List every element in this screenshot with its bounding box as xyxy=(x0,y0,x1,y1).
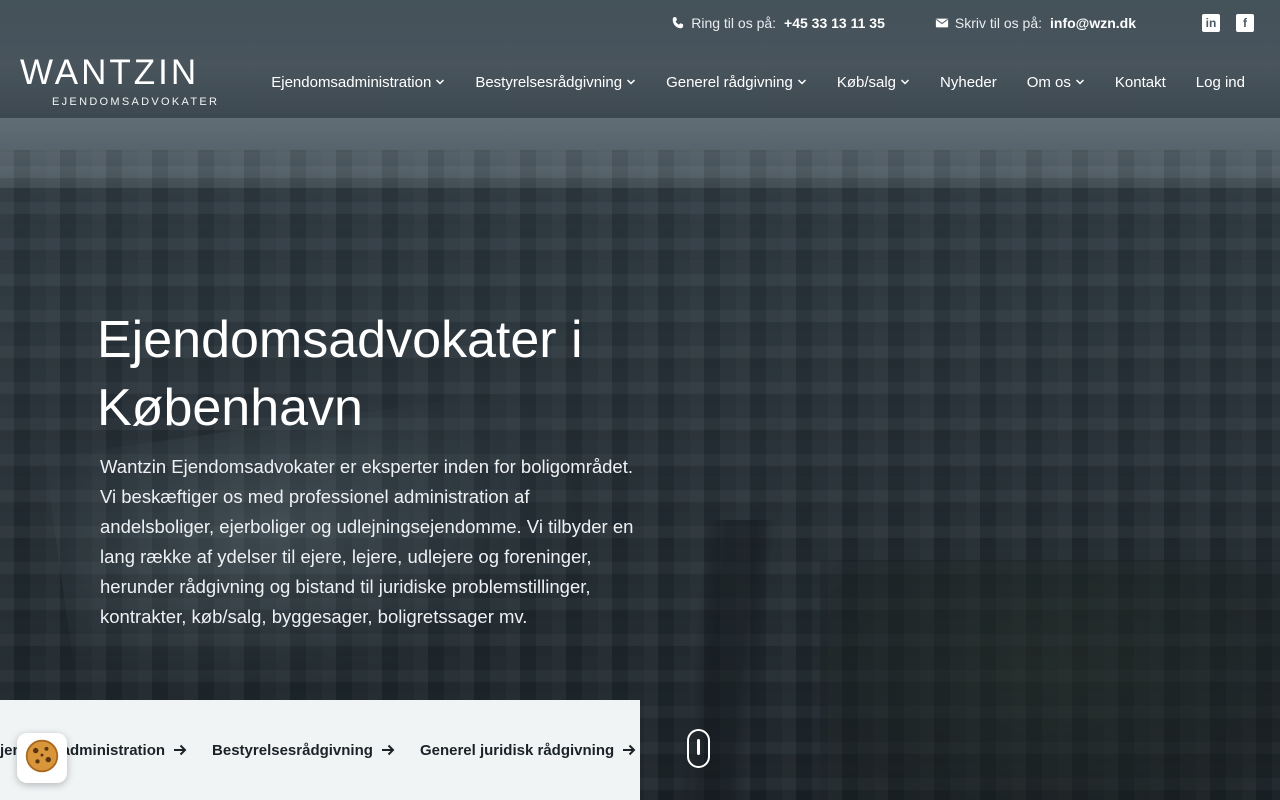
nav-item-label: Log ind xyxy=(1195,73,1245,91)
nav-item-label: Kontakt xyxy=(1114,73,1166,91)
quicklink-label: Generel juridisk rådgivning xyxy=(419,741,615,759)
phone-link[interactable]: +45 33 13 11 35 xyxy=(784,15,885,31)
email-link[interactable]: info@wzn.dk xyxy=(1050,15,1136,31)
email-label: Skriv til os på: xyxy=(954,15,1043,31)
email-contact[interactable]: Skriv til os på: info@wzn.dk xyxy=(935,15,1136,31)
phone-label: Ring til os på: xyxy=(691,15,777,31)
chevron-down-icon xyxy=(626,77,636,87)
logo-subtitle: EJENDOMSADVOKATER xyxy=(52,96,220,108)
social-links: in f xyxy=(1202,14,1254,32)
nav-item-om-os[interactable]: Om os xyxy=(1027,74,1085,91)
quicklink-bestyrelsesraadgivning[interactable]: Bestyrelsesrådgivning xyxy=(212,742,395,759)
logo-wordmark: WANTZIN xyxy=(20,53,200,92)
scroll-mouse-icon[interactable] xyxy=(687,729,710,768)
nav-item-label: Om os xyxy=(1026,73,1071,91)
linkedin-icon[interactable]: in xyxy=(1202,14,1220,32)
nav-item-log-ind[interactable]: Log ind xyxy=(1196,74,1245,91)
quicklink-label: Bestyrelsesrådgivning xyxy=(212,741,373,759)
site-logo[interactable]: WANTZIN EJENDOMSADVOKATER xyxy=(20,53,220,109)
cookie-settings-button[interactable] xyxy=(17,733,67,783)
nav-item-label: Generel rådgivning xyxy=(666,73,793,91)
envelope-icon xyxy=(935,16,949,30)
cookie-icon xyxy=(24,738,60,779)
nav-item-bestyrelsesraadgivning[interactable]: Bestyrelsesrådgivning xyxy=(475,74,636,91)
hero-description: Wantzin Ejendomsadvokater er eksperter i… xyxy=(100,456,634,627)
arrow-right-icon xyxy=(173,743,187,757)
chevron-down-icon xyxy=(1075,77,1085,87)
quick-links-bar: Ejendomsadministration Bestyrelsesrådgiv… xyxy=(0,700,640,800)
nav-item-ejendomsadministration[interactable]: Ejendomsadministration xyxy=(271,74,445,91)
hero-title: Ejendomsadvokater i København xyxy=(97,311,583,437)
phone-contact[interactable]: Ring til os på: +45 33 13 11 35 xyxy=(671,15,885,31)
nav-item-label: Køb/salg xyxy=(836,73,897,91)
chevron-down-icon xyxy=(900,77,910,87)
nav-item-kontakt[interactable]: Kontakt xyxy=(1115,74,1166,91)
chevron-down-icon xyxy=(435,77,445,87)
facebook-icon[interactable]: f xyxy=(1236,14,1254,32)
nav-item-nyheder[interactable]: Nyheder xyxy=(940,74,997,91)
arrow-right-icon xyxy=(381,743,395,757)
nav-item-label: Nyheder xyxy=(940,73,997,91)
nav-item-generel-raadgivning[interactable]: Generel rådgivning xyxy=(666,74,807,91)
chevron-down-icon xyxy=(797,77,807,87)
main-navigation: Ejendomsadministration Bestyrelsesrådgiv… xyxy=(271,70,1245,94)
phone-icon xyxy=(671,16,685,30)
quicklink-generel-juridisk-raadgivning[interactable]: Generel juridisk rådgivning xyxy=(420,742,636,759)
nav-item-koeb-salg[interactable]: Køb/salg xyxy=(837,74,910,91)
top-contact-bar: Ring til os på: +45 33 13 11 35 Skriv ti… xyxy=(0,0,1280,46)
nav-item-label: Ejendomsadministration xyxy=(271,73,432,91)
nav-item-label: Bestyrelsesrådgivning xyxy=(475,73,623,91)
arrow-right-icon xyxy=(622,743,636,757)
